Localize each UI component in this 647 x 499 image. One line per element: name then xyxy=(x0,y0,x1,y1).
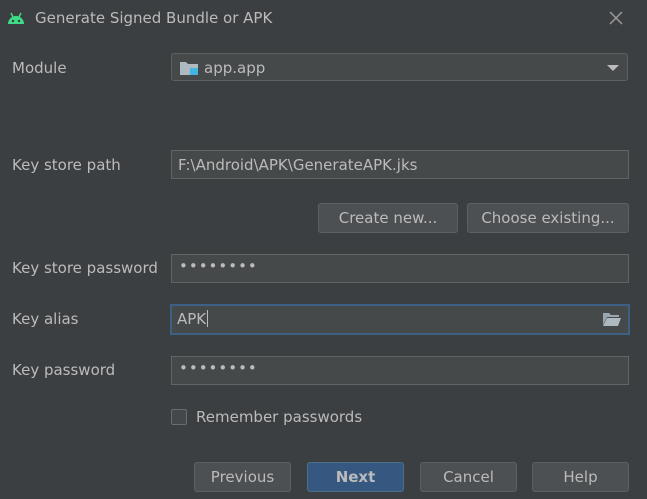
module-value: app.app xyxy=(204,59,266,77)
create-new-button[interactable]: Create new... xyxy=(318,203,458,233)
remember-passwords-checkbox[interactable] xyxy=(171,409,187,425)
key-store-password-label: Key store password xyxy=(12,259,158,277)
cancel-button[interactable]: Cancel xyxy=(420,462,517,492)
close-icon[interactable] xyxy=(607,9,625,27)
previous-button[interactable]: Previous xyxy=(194,462,291,492)
key-alias-value: APK xyxy=(177,310,207,328)
key-store-path-label: Key store path xyxy=(12,156,121,174)
help-button[interactable]: Help xyxy=(532,462,629,492)
key-alias-field[interactable]: APK xyxy=(170,304,630,335)
key-alias-input: APK xyxy=(177,310,209,328)
module-dropdown[interactable]: app.app xyxy=(171,53,628,81)
module-label: Module xyxy=(12,59,67,77)
key-store-path-field[interactable]: F:\Android\APK\GenerateAPK.jks xyxy=(171,150,629,179)
choose-existing-button[interactable]: Choose existing... xyxy=(467,203,629,233)
remember-passwords-label[interactable]: Remember passwords xyxy=(196,408,362,426)
key-password-field[interactable]: •••••••• xyxy=(171,356,629,385)
chevron-down-icon xyxy=(607,65,619,71)
key-password-label: Key password xyxy=(12,361,116,379)
text-caret xyxy=(207,310,209,327)
key-password-value: •••••••• xyxy=(179,359,258,377)
android-icon xyxy=(8,12,24,24)
key-store-password-value: •••••••• xyxy=(179,257,258,275)
key-store-password-field[interactable]: •••••••• xyxy=(171,254,629,283)
dialog-title: Generate Signed Bundle or APK xyxy=(35,9,273,27)
key-alias-label: Key alias xyxy=(12,310,79,328)
key-store-path-value: F:\Android\APK\GenerateAPK.jks xyxy=(178,156,418,174)
title-bar: Generate Signed Bundle or APK xyxy=(0,0,647,37)
next-button[interactable]: Next xyxy=(307,462,404,492)
browse-folder-icon[interactable] xyxy=(602,311,622,327)
module-folder-icon xyxy=(180,62,198,75)
